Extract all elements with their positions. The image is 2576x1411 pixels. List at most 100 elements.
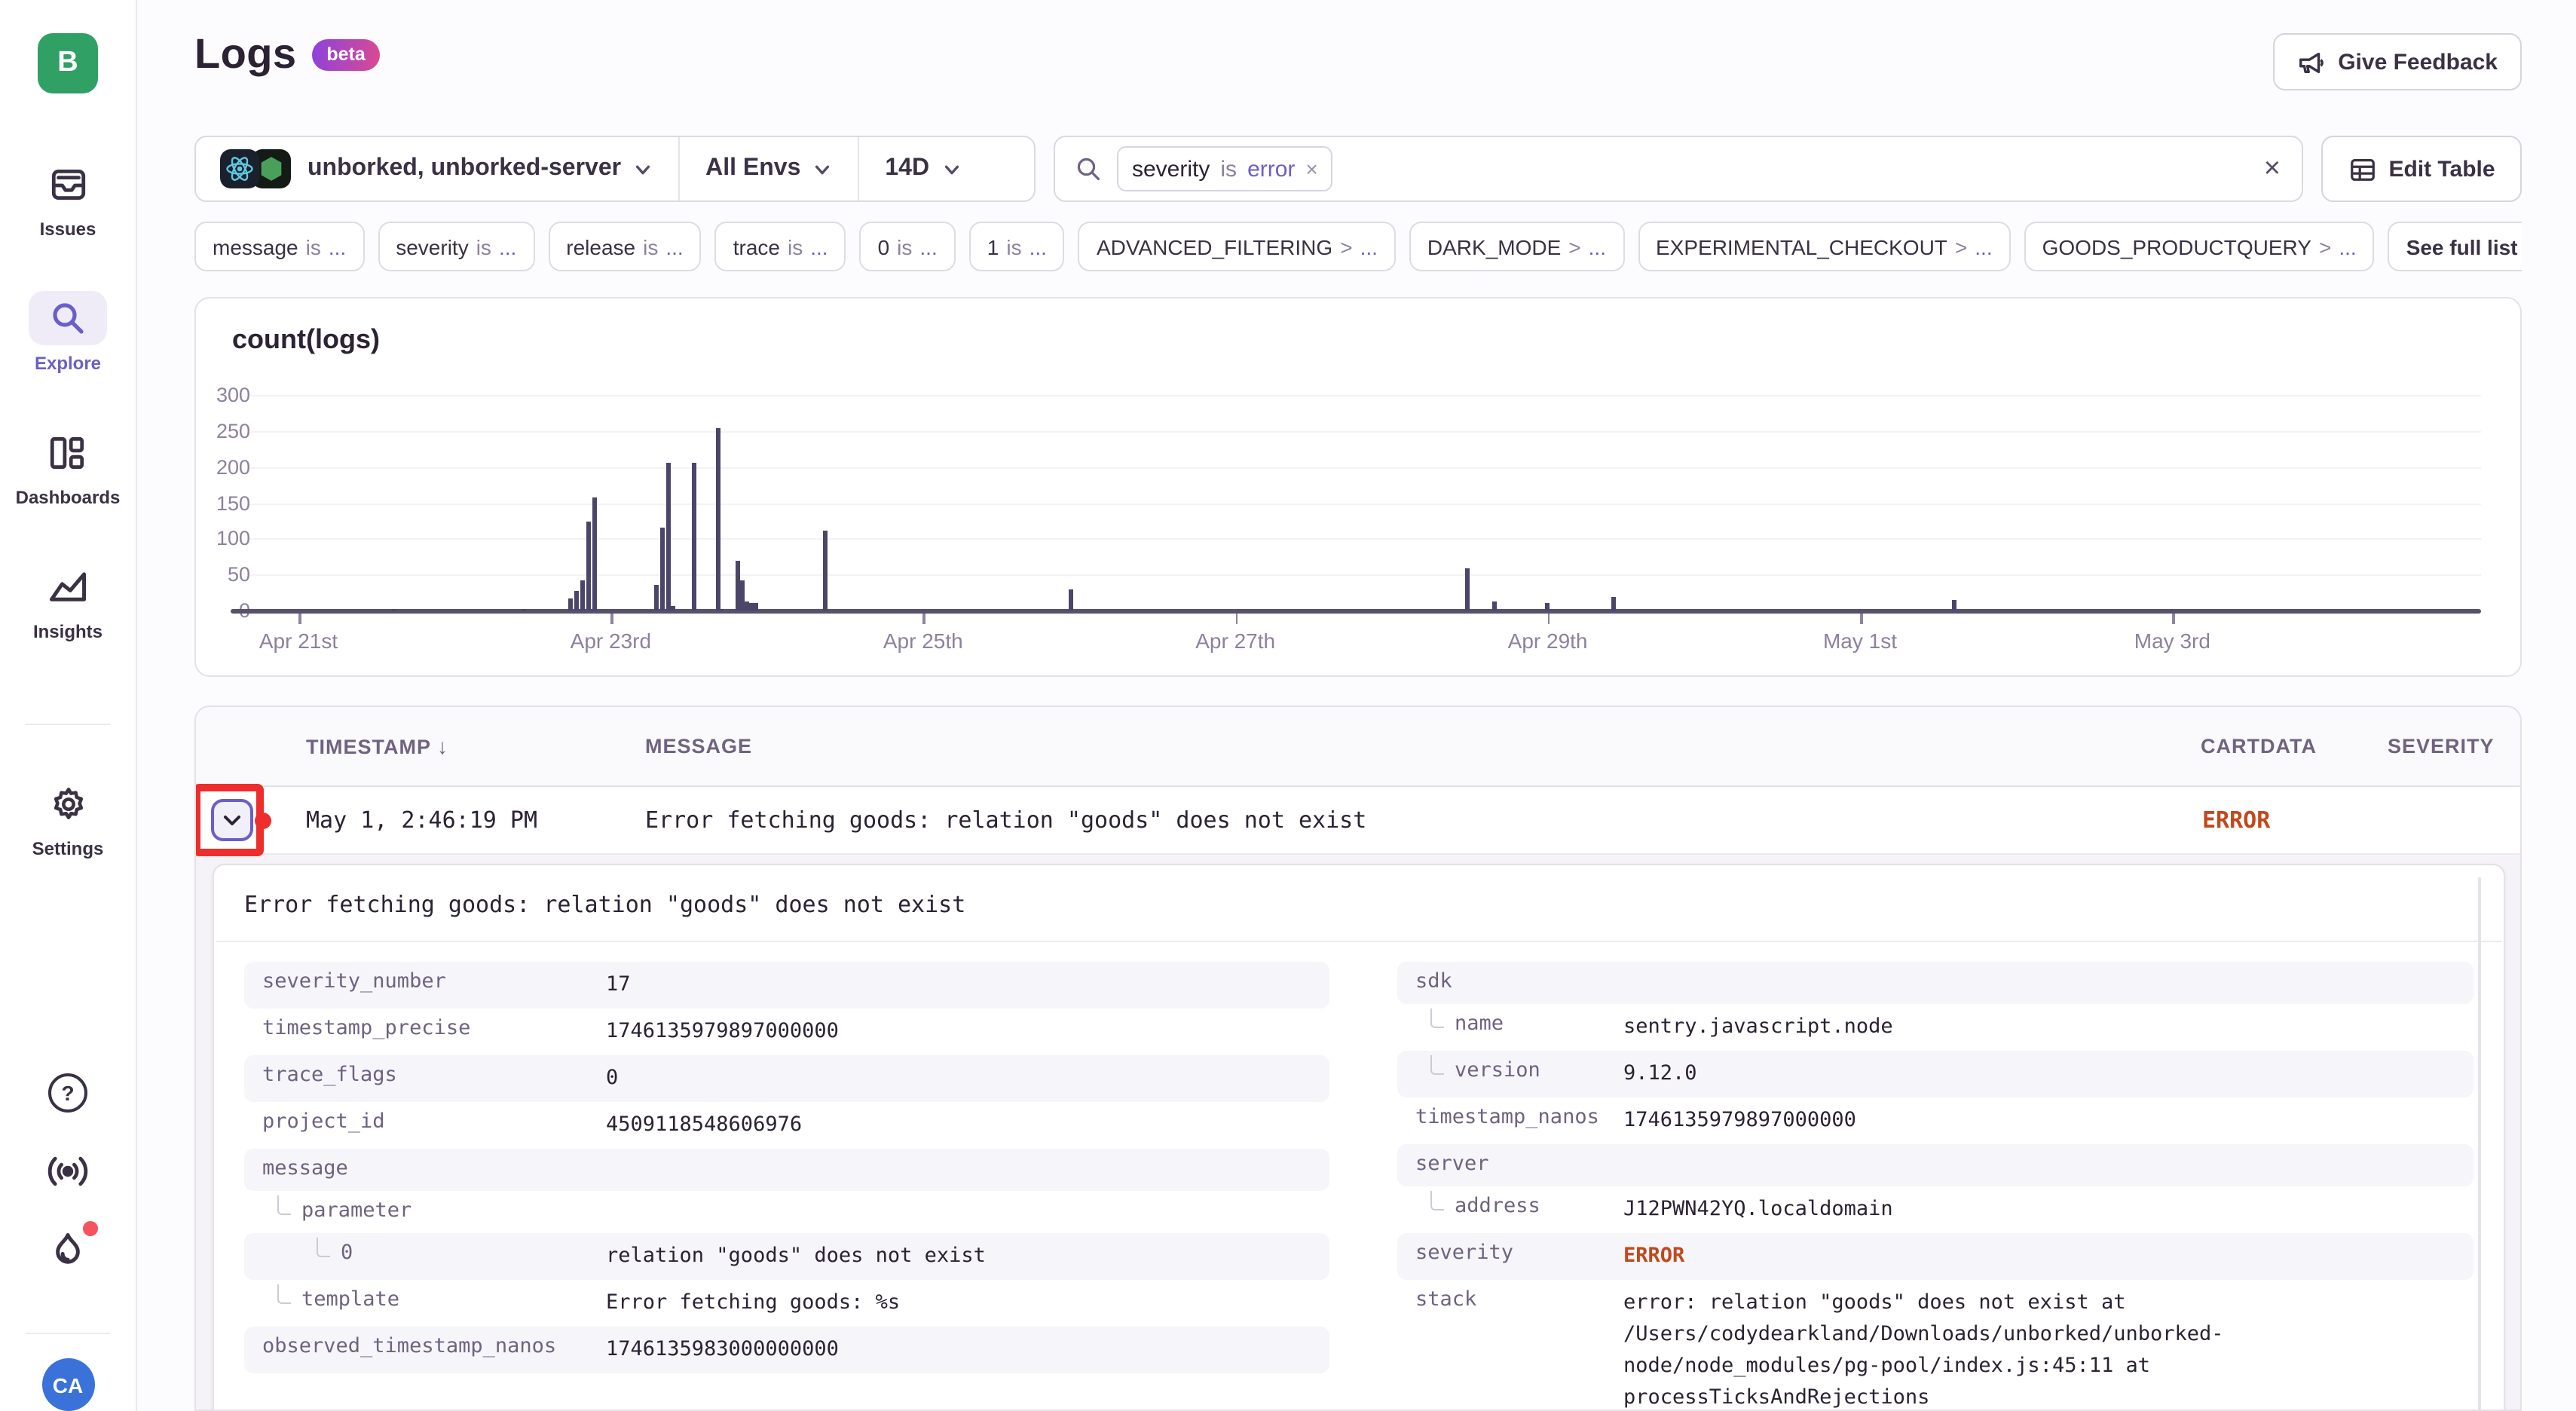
chip-name: trace bbox=[733, 234, 780, 259]
chip-ellipsis: ... bbox=[1975, 234, 1992, 259]
x-axis-tick bbox=[298, 614, 301, 624]
chart-bar bbox=[1611, 597, 1616, 611]
tree-connector-icon bbox=[277, 1195, 291, 1214]
selector-divider bbox=[678, 136, 680, 201]
user-avatar[interactable]: CA bbox=[41, 1358, 94, 1411]
column-header-label: TIMESTAMP bbox=[306, 736, 431, 758]
give-feedback-label: Give Feedback bbox=[2338, 49, 2498, 75]
chip-ellipsis: ... bbox=[1589, 234, 1606, 259]
whats-new-flame-icon[interactable] bbox=[47, 1230, 89, 1272]
chart-bar bbox=[735, 560, 739, 611]
help-glyph: ? bbox=[61, 1081, 74, 1105]
attribute-row: 0relation "goods" does not exist bbox=[244, 1233, 1329, 1280]
chip-ellipsis: ... bbox=[2339, 234, 2356, 259]
attribute-row: sdk bbox=[1397, 962, 2474, 1004]
give-feedback-button[interactable]: Give Feedback bbox=[2273, 33, 2522, 90]
sidebar-item-settings[interactable]: Settings bbox=[29, 776, 107, 859]
token-remove-icon[interactable]: × bbox=[1305, 157, 1317, 181]
x-axis-tick-label: May 1st bbox=[1785, 629, 1935, 653]
quick-filter-chip[interactable]: See full list bbox=[2388, 222, 2522, 271]
expand-row-button[interactable] bbox=[211, 799, 253, 841]
attribute-value: 4509118548606976 bbox=[606, 1110, 802, 1141]
issues-icon bbox=[29, 157, 107, 211]
quick-filter-chip[interactable]: DARK_MODE>... bbox=[1409, 222, 1624, 271]
log-severity-cell: ERROR bbox=[2202, 807, 2270, 834]
chart-bar bbox=[1951, 601, 1956, 611]
chart-bar bbox=[716, 428, 720, 611]
org-logo[interactable]: B bbox=[38, 33, 98, 93]
attribute-value: 17 bbox=[606, 969, 631, 1001]
quick-filter-chip[interactable]: GOODS_PRODUCTQUERY>... bbox=[2024, 222, 2375, 271]
project-select[interactable]: unborked, unborked-server bbox=[307, 155, 653, 182]
y-axis-tick-label: 300 bbox=[196, 384, 250, 406]
date-range-select[interactable]: 14D bbox=[885, 155, 961, 182]
sidebar-item-explore[interactable]: Explore bbox=[29, 291, 107, 374]
tree-connector-icon bbox=[1430, 1190, 1444, 1210]
broadcast-icon[interactable] bbox=[45, 1152, 90, 1191]
attribute-key: template bbox=[244, 1287, 606, 1312]
attribute-key: message bbox=[244, 1156, 606, 1180]
chip-operator: is bbox=[306, 234, 321, 259]
chart-bar bbox=[586, 521, 591, 611]
chart-bar bbox=[739, 580, 744, 611]
search-filter-token[interactable]: severity is error × bbox=[1117, 146, 1333, 191]
date-range-select-label: 14D bbox=[885, 155, 929, 182]
quick-filter-chip[interactable]: 1is... bbox=[969, 222, 1065, 271]
edit-table-label: Edit Table bbox=[2388, 156, 2495, 182]
sidebar-item-issues[interactable]: Issues bbox=[29, 157, 107, 240]
quick-filter-chip[interactable]: releaseis... bbox=[548, 222, 701, 271]
column-header-severity[interactable]: SEVERITY bbox=[2388, 735, 2495, 758]
attribute-value: ERROR bbox=[1623, 1241, 1684, 1272]
page-header: Logs beta Give Feedback bbox=[194, 30, 2522, 103]
chart-title: count(logs) bbox=[232, 324, 380, 356]
sidebar-item-dashboards[interactable]: Dashboards bbox=[16, 425, 121, 508]
chart-bar bbox=[691, 463, 696, 611]
project-environment-date-selector: unborked, unborked-server All Envs 14D bbox=[194, 136, 1036, 202]
logs-table-header: TIMESTAMP↓ MESSAGE CARTDATA SEVERITY bbox=[196, 707, 2520, 787]
search-clear-icon[interactable]: × bbox=[2264, 155, 2281, 183]
log-row[interactable]: May 1, 2:46:19 PM Error fetching goods: … bbox=[196, 787, 2520, 855]
chart-bar bbox=[568, 598, 573, 611]
project-select-label: unborked, unborked-server bbox=[307, 155, 621, 182]
chart-gridline bbox=[250, 539, 2481, 540]
column-header-cartdata[interactable]: CARTDATA bbox=[2201, 735, 2317, 758]
insights-icon bbox=[29, 559, 107, 614]
x-axis-tick bbox=[2172, 614, 2174, 624]
attribute-row: message bbox=[244, 1149, 1329, 1191]
explore-search-icon bbox=[29, 291, 107, 345]
tree-connector-icon bbox=[1430, 1008, 1444, 1027]
filter-bar: unborked, unborked-server All Envs 14D bbox=[194, 136, 2522, 202]
table-icon bbox=[2348, 155, 2376, 183]
sidebar-item-insights[interactable]: Insights bbox=[29, 559, 107, 642]
environment-select[interactable]: All Envs bbox=[705, 155, 832, 182]
quick-filter-chip[interactable]: ADVANCED_FILTERING>... bbox=[1078, 222, 1396, 271]
x-axis-tick-label: May 3rd bbox=[2097, 629, 2247, 653]
attributes-column-left: severity_number17timestamp_precise174613… bbox=[244, 962, 1329, 1373]
quick-filter-chip[interactable]: messageis... bbox=[194, 222, 364, 271]
quick-filter-chip[interactable]: EXPERIMENTAL_CHECKOUT>... bbox=[1638, 222, 2011, 271]
project-platform-icons bbox=[220, 149, 291, 188]
org-logo-letter: B bbox=[57, 47, 78, 80]
chip-operator: is bbox=[788, 234, 803, 259]
attribute-value: 9.12.0 bbox=[1623, 1058, 1697, 1090]
edit-table-button[interactable]: Edit Table bbox=[2321, 136, 2522, 202]
attribute-key: 0 bbox=[244, 1241, 606, 1265]
detail-scrollbar[interactable] bbox=[2478, 877, 2481, 1411]
attribute-value: J12PWN42YQ.localdomain bbox=[1623, 1194, 1893, 1226]
quick-filter-chip[interactable]: 0is... bbox=[860, 222, 956, 271]
chip-name: DARK_MODE bbox=[1427, 234, 1561, 259]
chip-name: 1 bbox=[987, 234, 999, 259]
column-header-timestamp[interactable]: TIMESTAMP↓ bbox=[306, 734, 448, 758]
page-title-text: Logs bbox=[194, 30, 296, 78]
quick-filter-chip[interactable]: severityis... bbox=[378, 222, 534, 271]
attribute-row: timestamp_nanos1746135979897000000 bbox=[1397, 1097, 2474, 1144]
chart-gridline bbox=[250, 431, 2481, 433]
quick-filter-chip[interactable]: traceis... bbox=[715, 222, 846, 271]
column-header-message[interactable]: MESSAGE bbox=[645, 735, 752, 758]
attribute-value: 1746135983000000000 bbox=[606, 1334, 839, 1366]
log-search-input[interactable]: severity is error × × bbox=[1054, 136, 2303, 202]
help-icon[interactable]: ? bbox=[48, 1073, 87, 1113]
attribute-key: project_id bbox=[244, 1110, 606, 1134]
sidebar-item-label: Insights bbox=[33, 621, 102, 642]
x-axis-tick bbox=[923, 614, 925, 624]
